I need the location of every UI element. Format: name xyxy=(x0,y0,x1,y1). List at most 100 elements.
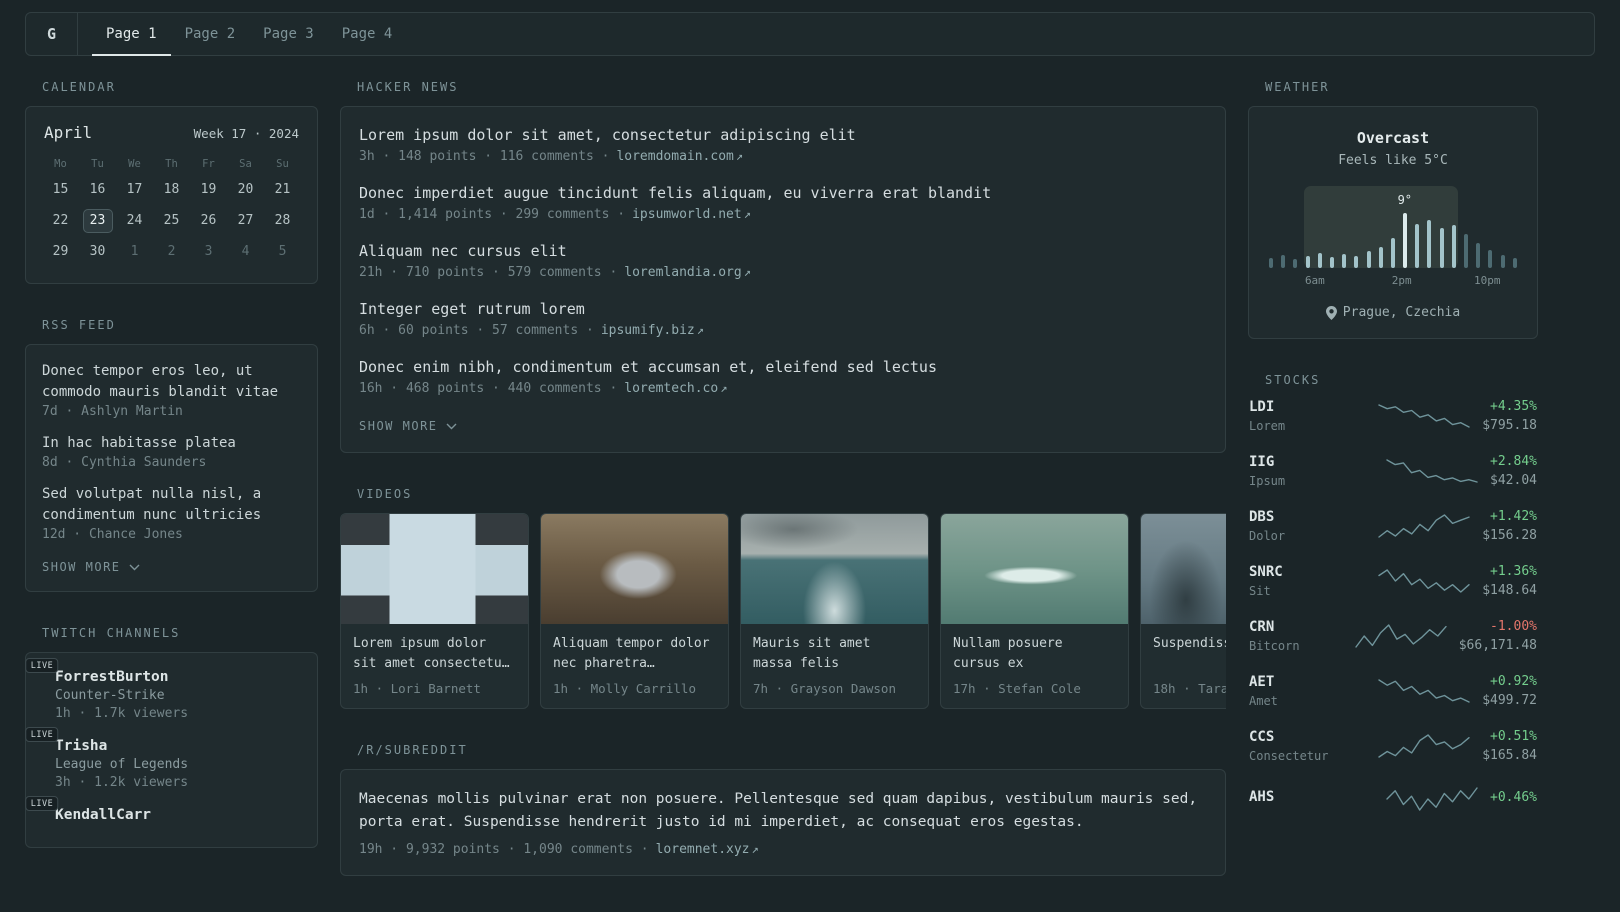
stock-id: IIG Ipsum xyxy=(1249,454,1374,488)
calendar-dow-label: Tu xyxy=(91,158,104,170)
videos-title: VIDEOS xyxy=(357,487,413,501)
calendar-day: 5 xyxy=(278,244,287,259)
weather-bar xyxy=(1512,258,1517,268)
weather-time-axis: 6am 2pm 10pm xyxy=(1269,274,1517,289)
calendar-day: 16 xyxy=(89,182,106,197)
stock-name: Consectetur xyxy=(1249,749,1329,763)
rss-item-title[interactable]: Sed volutpat nulla nisl, a condimentum n… xyxy=(42,484,301,526)
hn-item: Integer eget rutrum lorem 6h · 60 points… xyxy=(359,299,1207,338)
hn-item-title[interactable]: Lorem ipsum dolor sit amet, consectetur … xyxy=(359,125,1207,146)
video-title: Nullam posuere cursus ex xyxy=(953,636,1063,672)
weather-bar xyxy=(1269,258,1273,268)
weather-bar xyxy=(1354,256,1359,268)
external-link-icon: ↗ xyxy=(696,323,704,337)
hn-item-title[interactable]: Aliquam nec cursus elit xyxy=(359,241,1207,262)
calendar-dow-label: Th xyxy=(165,158,178,170)
hn-item-domain-link[interactable]: loremdomain.com ↗ xyxy=(616,149,743,164)
hn-item-stats: 21h · 710 points · 579 comments · xyxy=(359,265,618,280)
left-column: CALENDAR April Week 17 · 2024 Mo Tu We Th Fr… xyxy=(25,80,318,882)
video-meta: 1h · Molly Carrillo xyxy=(553,681,696,697)
tab-page-2[interactable]: Page 2 xyxy=(171,13,250,56)
calendar-dow-label: Mo xyxy=(54,158,67,170)
external-link-icon: ↗ xyxy=(743,207,751,221)
stock-sparkline xyxy=(1355,624,1447,648)
weather-widget: WEATHER Overcast Feels like 5°C 9° 6am 2… xyxy=(1248,80,1538,339)
app-logo: G xyxy=(26,13,78,55)
calendar-title: CALENDAR xyxy=(42,80,116,94)
weather-bar xyxy=(1451,225,1456,268)
video-card[interactable]: Suspendisse diam 18h · Tara xyxy=(1140,513,1226,710)
video-body: Suspendisse diam 18h · Tara xyxy=(1141,624,1226,708)
calendar-day: 21 xyxy=(274,182,291,197)
stock-row: IIG Ipsum +2.84% $42.04 xyxy=(1249,454,1537,488)
calendar-day: 20 xyxy=(237,182,254,197)
hn-item-domain-link[interactable]: ipsumify.biz ↗ xyxy=(601,323,704,338)
weather-bar xyxy=(1366,251,1371,268)
rss-item-meta: 12d · Chance Jones xyxy=(42,527,183,542)
hackernews-show-more-button[interactable]: SHOW MORE xyxy=(359,419,457,433)
hn-item-meta: 1d · 1,414 points · 299 comments · ipsumw… xyxy=(359,207,1207,222)
twitch-channel[interactable]: LIVE KendallCarr xyxy=(25,796,301,826)
twitch-channel[interactable]: LIVE Trisha League of Legends 3h · 1.2k … xyxy=(25,727,301,790)
hn-item-title[interactable]: Donec imperdiet augue tincidunt felis al… xyxy=(359,183,1207,204)
stock-id: CCS Consectetur xyxy=(1249,729,1366,763)
stock-row: LDI Lorem +4.35% $795.18 xyxy=(1249,399,1537,433)
stock-name: Amet xyxy=(1249,694,1278,708)
stocks-list: LDI Lorem +4.35% $795.18 IIG Ipsum +2.84… xyxy=(1248,399,1538,814)
hn-item-meta: 3h · 148 points · 116 comments · loremdom… xyxy=(359,149,1207,164)
twitch-widget: TWITCH CHANNELS LIVE ForrestBurton Count… xyxy=(25,626,318,848)
hn-item-title[interactable]: Donec enim nibh, condimentum et accumsan… xyxy=(359,357,1207,378)
twitch-title: TWITCH CHANNELS xyxy=(42,626,181,640)
video-title: Suspendisse diam xyxy=(1153,636,1226,651)
twitch-channel[interactable]: LIVE ForrestBurton Counter-Strike 1h · 1… xyxy=(25,658,301,721)
stock-id: CRN Bitcorn xyxy=(1249,619,1343,653)
stock-name: Bitcorn xyxy=(1249,639,1300,653)
video-card[interactable]: Mauris sit amet massa felis 7h · Grayson… xyxy=(740,513,929,710)
video-card[interactable]: Nullam posuere cursus ex 17h · Stefan Co… xyxy=(940,513,1129,710)
weather-bar xyxy=(1293,259,1298,268)
page-tabs: Page 1 Page 2 Page 3 Page 4 xyxy=(92,13,407,56)
hn-item-domain-link[interactable]: loremlandia.org ↗ xyxy=(624,265,751,280)
calendar-dow-label: Su xyxy=(276,158,289,170)
weather-bar xyxy=(1390,238,1395,268)
time-label: 10pm xyxy=(1473,274,1501,287)
stock-ticker: IIG xyxy=(1249,454,1275,470)
rss-card: Donec tempor eros leo, ut commodo mauris… xyxy=(25,344,318,592)
stock-price: $795.18 xyxy=(1482,418,1537,433)
video-card[interactable]: Aliquam tempor dolor nec pharetra… 1h · … xyxy=(540,513,729,710)
stock-values: +0.51% $165.84 xyxy=(1482,729,1537,763)
stock-id: SNRC Sit xyxy=(1249,564,1366,598)
video-meta: 1h · Lori Barnett xyxy=(353,681,481,697)
location-pin-icon xyxy=(1325,305,1337,320)
stock-change: +1.42% xyxy=(1490,509,1537,524)
video-card[interactable]: Lorem ipsum dolor sit amet consectetu… 1… xyxy=(340,513,529,710)
rss-item-meta: 7d · Ashlyn Martin xyxy=(42,404,183,419)
tab-page-1[interactable]: Page 1 xyxy=(92,13,171,56)
rss-item-title[interactable]: In hac habitasse platea xyxy=(42,433,301,454)
rss-widget: RSS FEED Donec tempor eros leo, ut commo… xyxy=(25,318,318,592)
hn-item-title[interactable]: Integer eget rutrum lorem xyxy=(359,299,1207,320)
hn-item-domain-link[interactable]: ipsumworld.net ↗ xyxy=(632,207,751,222)
hn-item: Donec imperdiet augue tincidunt felis al… xyxy=(359,183,1207,222)
subreddit-post-title[interactable]: Maecenas mollis pulvinar erat non posuer… xyxy=(359,788,1207,834)
stock-change: +0.46% xyxy=(1490,789,1537,805)
stock-ticker: CCS xyxy=(1249,729,1275,745)
stock-id: DBS Dolor xyxy=(1249,509,1366,543)
weather-bar xyxy=(1500,255,1505,268)
stock-sparkline xyxy=(1378,569,1470,593)
hn-item-domain-link[interactable]: loremtech.co ↗ xyxy=(624,381,727,396)
hn-item-domain: loremdomain.com xyxy=(616,149,734,164)
subreddit-domain-link[interactable]: loremnet.xyz ↗ xyxy=(656,842,759,857)
tab-page-4[interactable]: Page 4 xyxy=(328,13,407,56)
rss-item-meta: 8d · Cynthia Saunders xyxy=(42,455,207,470)
stock-name: Ipsum xyxy=(1249,474,1286,488)
tab-page-3[interactable]: Page 3 xyxy=(249,13,328,56)
subreddit-widget: /R/SUBREDDIT Maecenas mollis pulvinar er… xyxy=(340,743,1226,876)
rss-show-more-button[interactable]: SHOW MORE xyxy=(42,560,140,574)
rss-title: RSS FEED xyxy=(42,318,116,332)
rss-item-title[interactable]: Donec tempor eros leo, ut commodo mauris… xyxy=(42,361,301,403)
twitch-card: LIVE ForrestBurton Counter-Strike 1h · 1… xyxy=(25,652,318,848)
stock-values: +2.84% $42.04 xyxy=(1490,454,1537,488)
stock-values: +1.42% $156.28 xyxy=(1482,509,1537,543)
weather-location-label: Prague, Czechia xyxy=(1342,305,1461,320)
